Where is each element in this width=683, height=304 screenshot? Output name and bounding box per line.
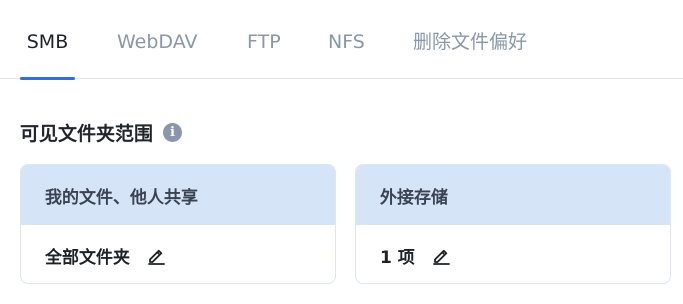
card-value: 1 项 [380,247,415,268]
scope-card-external-storage: 外接存储 1 项 [355,164,671,284]
section-title: 可见文件夹范围 [20,122,154,145]
card-header: 外接存储 [356,165,670,225]
tab-nfs[interactable]: NFS [328,30,365,79]
pencil-icon[interactable] [431,245,451,265]
tab-ftp[interactable]: FTP [247,30,281,79]
card-header: 我的文件、他人共享 [21,165,335,225]
scope-card-my-files: 我的文件、他人共享 全部文件夹 [20,164,336,284]
tab-delete-file-preferences[interactable]: 删除文件偏好 [413,30,527,79]
card-value: 全部文件夹 [45,247,130,268]
tab-smb[interactable]: SMB [20,30,75,80]
pencil-icon[interactable] [146,245,166,265]
info-icon[interactable]: i [163,122,183,142]
card-body: 全部文件夹 [21,225,335,283]
card-body: 1 项 [356,225,670,283]
section-header: 可见文件夹范围 i [20,119,183,145]
protocol-tabs: SMB WebDAV FTP NFS 删除文件偏好 [0,0,683,80]
tab-webdav[interactable]: WebDAV [117,30,198,79]
